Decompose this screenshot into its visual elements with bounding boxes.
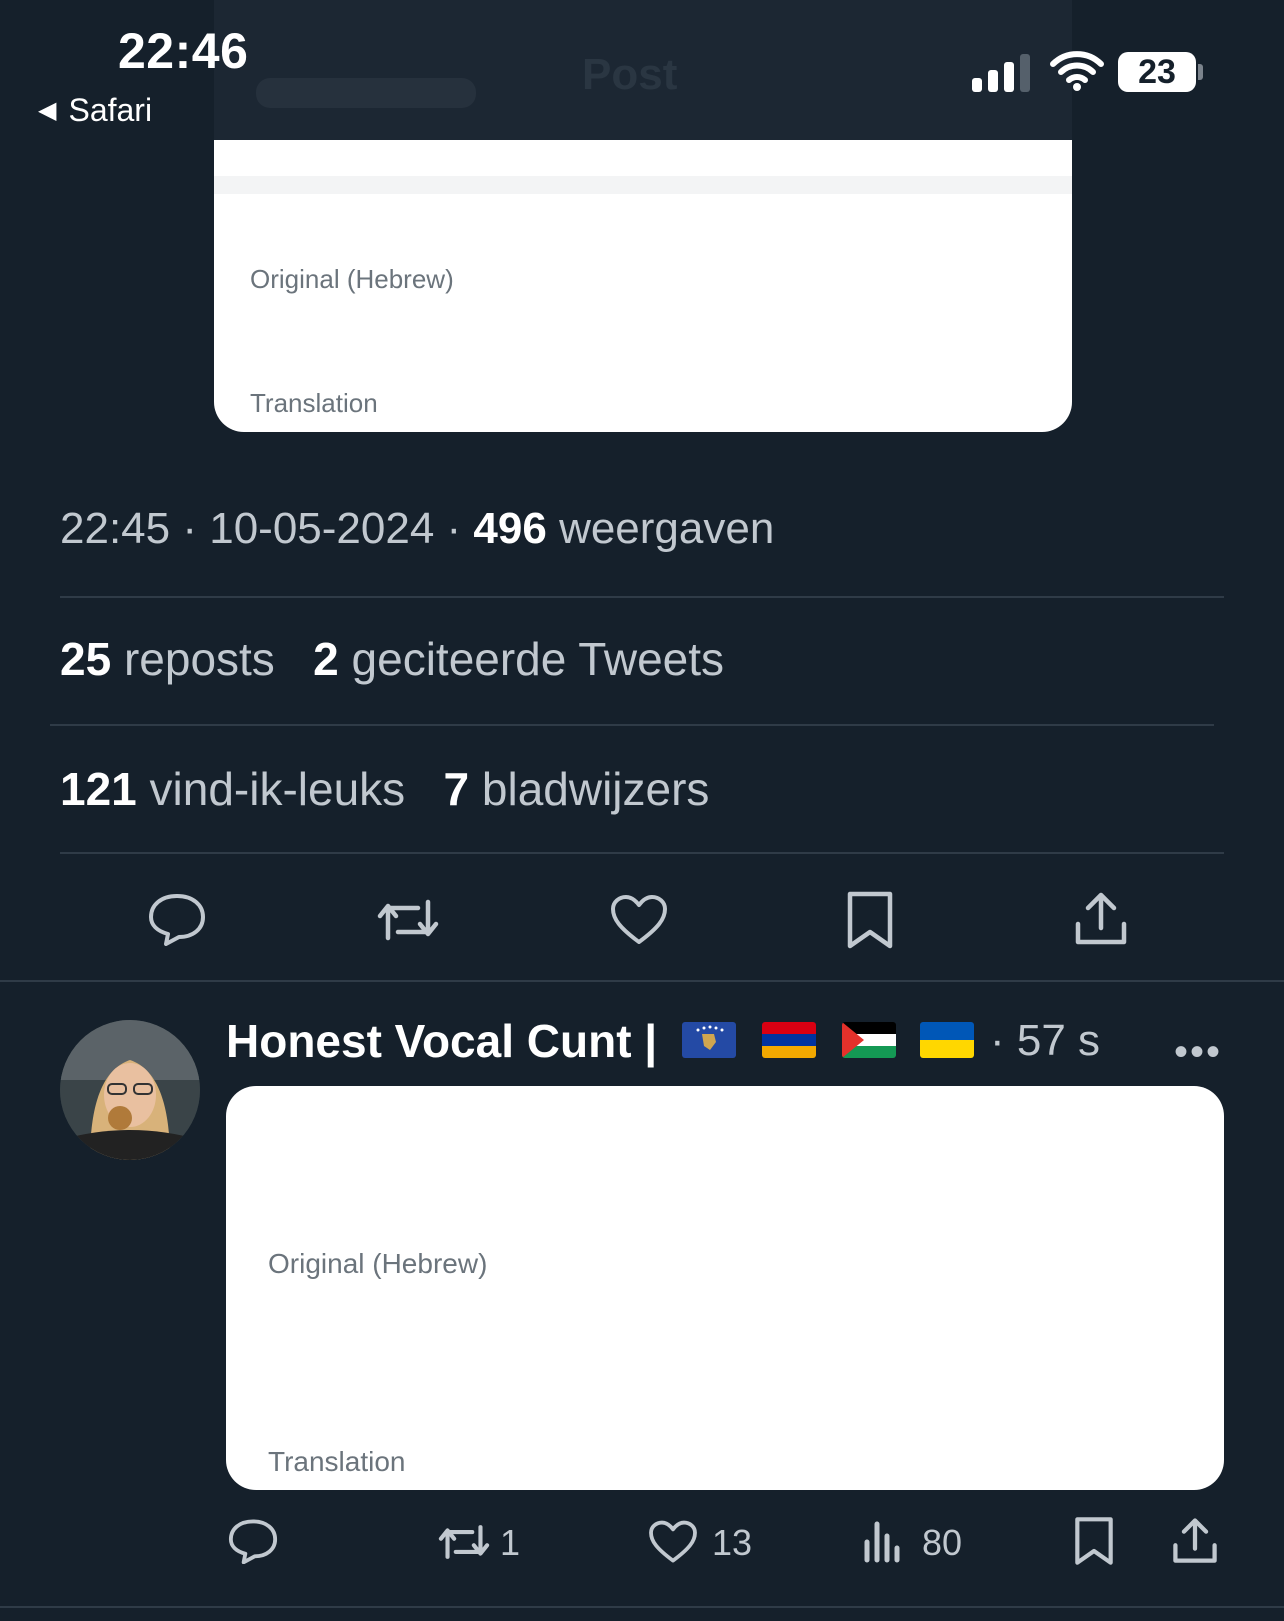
likes-count: 121 bbox=[60, 763, 137, 815]
back-app-label: Safari bbox=[68, 92, 153, 128]
reply-original-language-label: Original (Hebrew) bbox=[268, 1248, 488, 1279]
reply-icon[interactable] bbox=[148, 892, 206, 946]
views-icon[interactable] bbox=[862, 1520, 902, 1564]
bookmarks-count: 7 bbox=[443, 763, 470, 815]
translation-label: Translation bbox=[250, 388, 378, 418]
author-name[interactable]: Honest Vocal Cunt | bbox=[226, 1014, 657, 1068]
repost-stats: 25 reposts 2 geciteerde Tweets bbox=[60, 632, 724, 686]
share-icon[interactable] bbox=[1172, 1516, 1218, 1566]
like-icon[interactable] bbox=[648, 1520, 698, 1564]
cellular-signal-icon bbox=[972, 52, 1030, 92]
reply-views-count: 80 bbox=[922, 1522, 963, 1563]
views-count[interactable]: 496 bbox=[473, 504, 546, 553]
likes-link[interactable]: 121 vind-ik-leuks bbox=[60, 763, 405, 815]
reposts-link[interactable]: 25 reposts bbox=[60, 633, 275, 685]
divider bbox=[50, 724, 1214, 726]
bookmarks-link[interactable]: 7 bladwijzers bbox=[444, 763, 710, 815]
battery-icon: 23 bbox=[1118, 52, 1196, 92]
palestine-flag-icon bbox=[842, 1022, 896, 1058]
post-meta: 22:45 · 10-05-2024 · 496 weergaven bbox=[60, 504, 775, 553]
post-time: 22:45 bbox=[60, 504, 171, 553]
divider bbox=[0, 980, 1284, 982]
reposts-count: 25 bbox=[60, 633, 112, 685]
translated-text: Also scares me a little on full moon nig… bbox=[250, 345, 913, 386]
bookmark-icon[interactable] bbox=[1074, 1516, 1114, 1566]
status-time: 22:46 bbox=[118, 23, 249, 79]
back-to-app-button[interactable]: ◀ Safari bbox=[38, 92, 152, 129]
post-date: 10-05-2024 bbox=[209, 504, 435, 553]
quotes-count: 2 bbox=[313, 633, 339, 685]
likes-label: vind-ik-leuks bbox=[149, 763, 406, 815]
back-triangle-icon: ◀ bbox=[38, 97, 57, 124]
quotes-link[interactable]: 2 geciteerde Tweets bbox=[313, 633, 724, 685]
repost-icon[interactable] bbox=[436, 1520, 492, 1564]
bookmarks-label: bladwijzers bbox=[481, 763, 710, 815]
like-icon[interactable] bbox=[610, 894, 668, 946]
wifi-icon bbox=[1050, 50, 1104, 92]
reply-translation-label: Translation bbox=[268, 1446, 406, 1477]
divider bbox=[0, 1606, 1284, 1608]
views-label: weergaven bbox=[559, 504, 775, 553]
ukraine-flag-icon bbox=[920, 1022, 974, 1058]
reposts-label: reposts bbox=[123, 633, 275, 685]
quotes-label: geciteerde Tweets bbox=[351, 633, 725, 685]
reply-repost-count: 1 bbox=[500, 1522, 521, 1563]
reply-original-text: אין לאף אנטישמי זכות לשיר או לנשום לידנו… bbox=[268, 1150, 995, 1241]
background-header-bar bbox=[256, 78, 476, 108]
armenia-flag-icon bbox=[762, 1022, 816, 1058]
divider bbox=[60, 596, 1224, 598]
reply-translated-text: No anti-Semitic has the right to sing or… bbox=[268, 1343, 1157, 1436]
reply-icon[interactable] bbox=[228, 1518, 278, 1564]
more-options-icon[interactable]: ••• bbox=[1174, 1030, 1222, 1075]
original-language-label: Original (Hebrew) bbox=[250, 264, 454, 294]
reply-timestamp[interactable]: · 57 s bbox=[990, 1016, 1100, 1066]
bookmark-icon[interactable] bbox=[846, 890, 894, 950]
reply-like-count: 13 bbox=[712, 1522, 753, 1563]
avatar[interactable] bbox=[60, 1020, 200, 1160]
share-icon[interactable] bbox=[1074, 890, 1128, 948]
kosovo-flag-icon bbox=[682, 1022, 736, 1058]
background-header-title: Post bbox=[582, 50, 678, 99]
battery-tip bbox=[1198, 64, 1203, 80]
divider bbox=[60, 852, 1224, 854]
repost-icon[interactable] bbox=[374, 894, 442, 946]
original-text: גם קצת מפחידה אותי בלילות של ירח מלא bbox=[250, 226, 791, 261]
like-stats: 121 vind-ik-leuks 7 bladwijzers bbox=[60, 762, 709, 816]
card-divider bbox=[214, 176, 1072, 194]
